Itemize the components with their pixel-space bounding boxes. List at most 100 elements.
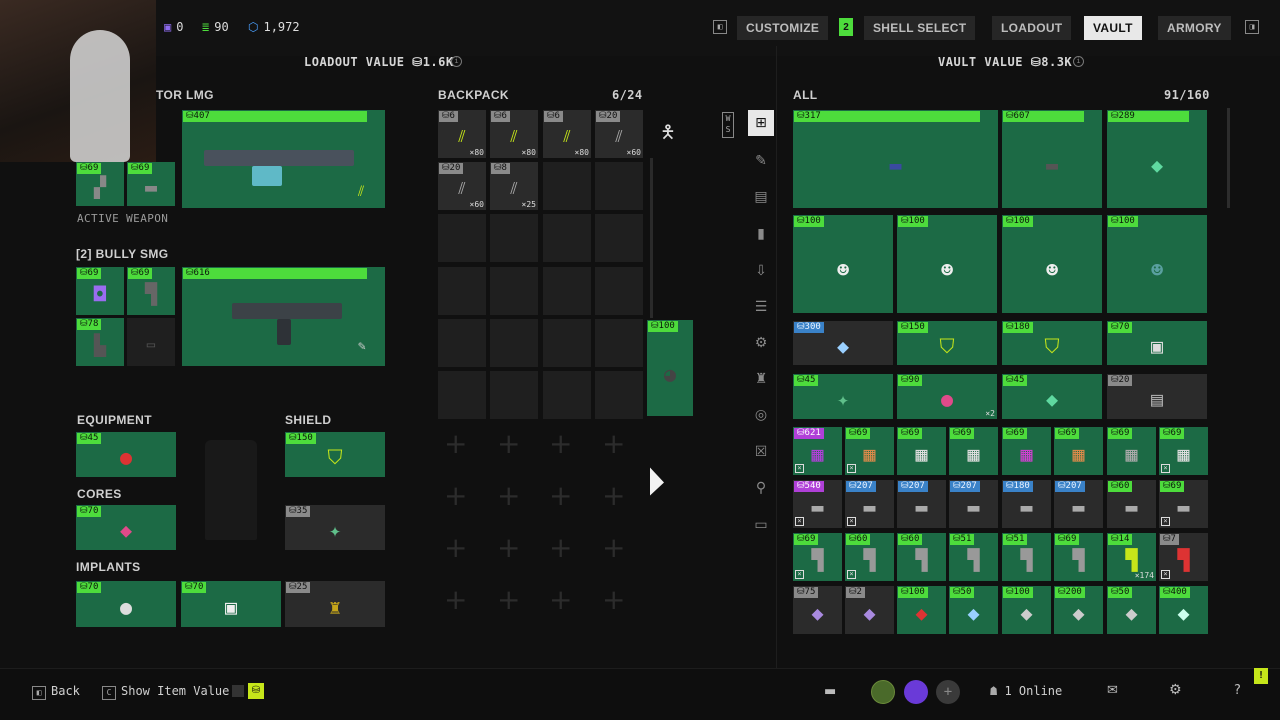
vault-item[interactable]: ⛁207 ▬	[1054, 480, 1103, 528]
vault-item[interactable]: ⛁289 ◆	[1107, 110, 1207, 208]
vault-scrollbar[interactable]	[1227, 108, 1230, 208]
vault-item[interactable]: ⛁51 ▜	[1002, 533, 1051, 581]
weapon2-mod-0[interactable]: ⛁69 ◘	[76, 267, 124, 315]
back-button[interactable]: ◧ Back	[32, 684, 80, 700]
vault-item[interactable]: ⛁69 ▦	[897, 427, 946, 475]
vault-item[interactable]: ⛁69 ▦ ×	[1159, 427, 1208, 475]
settings-icon[interactable]: ⚙	[1169, 682, 1182, 698]
vault-item[interactable]: ⛁100 ☻	[1107, 215, 1207, 313]
filter-mods-icon[interactable]: ☰	[752, 298, 770, 316]
filter-ammo-icon[interactable]: ▮	[752, 225, 770, 243]
filter-cores-icon[interactable]: ◎	[752, 406, 770, 424]
vault-item[interactable]: ⛁7 ▜ ×	[1159, 533, 1208, 581]
vault-item[interactable]: ⛁69 ▬ ×	[1159, 480, 1208, 528]
weapon1-tile[interactable]: ⛁407 ⫽	[182, 110, 385, 208]
backpack-empty-slot[interactable]	[438, 319, 486, 367]
filter-keys-icon[interactable]: ⚲	[752, 479, 770, 497]
vault-item[interactable]: ⛁60 ▜	[897, 533, 946, 581]
vault-item[interactable]: ⛁150 ⛉	[897, 321, 997, 365]
backpack-empty-slot[interactable]	[543, 267, 591, 315]
vault-item[interactable]: ⛁2 ◆	[845, 586, 894, 634]
vault-item[interactable]: ⛁100 ◆	[897, 586, 946, 634]
backpack-empty-slot[interactable]	[438, 371, 486, 419]
backpack-empty-slot[interactable]	[595, 162, 643, 210]
help-icon[interactable]: ?	[1234, 683, 1241, 698]
equipment-tile[interactable]: ⛁45 ●	[76, 432, 176, 477]
add-friend-button[interactable]: +	[936, 680, 960, 704]
implant-tile-0[interactable]: ⛁70 ●	[76, 581, 176, 627]
vault-item[interactable]: ⛁20 ▤	[1107, 374, 1207, 419]
filter-chip-icon[interactable]: ⚙	[752, 334, 770, 352]
backpack-empty-slot[interactable]	[490, 267, 538, 315]
backpack-empty-slot[interactable]	[595, 214, 643, 262]
backpack-empty-slot[interactable]	[595, 319, 643, 367]
filter-weapons-icon[interactable]: ✎	[752, 152, 770, 170]
backpack-item[interactable]: ⛁20 ⫽ ×60	[595, 110, 643, 158]
weapon2-tile[interactable]: ⛁616 ✎	[182, 267, 385, 366]
backpack-side-item[interactable]: ⛁100 ◕	[647, 320, 693, 416]
vault-item[interactable]: ⛁621 ▦ ×	[793, 427, 842, 475]
backpack-item[interactable]: ⛁20 ⫽ ×60	[438, 162, 486, 210]
vault-item[interactable]: ⛁540 ▬ ×	[793, 480, 842, 528]
backpack-item[interactable]: ⛁6 ⫽ ×80	[490, 110, 538, 158]
shield-tile[interactable]: ⛁150 ⛉	[285, 432, 385, 477]
q-key-icon[interactable]: ◧	[713, 20, 727, 34]
backpack-empty-slot[interactable]	[438, 214, 486, 262]
filter-misc-icon[interactable]: ▭	[752, 516, 770, 534]
empty-mod-slot[interactable]: ▭	[127, 318, 175, 366]
mail-icon[interactable]: ✉	[1107, 683, 1118, 698]
tab-loadout[interactable]: LOADOUT	[992, 16, 1072, 40]
vault-item[interactable]: ⛁69 ▦	[949, 427, 998, 475]
vault-item[interactable]: ⛁100 ☻	[897, 215, 997, 313]
backpack-empty-slot[interactable]	[543, 162, 591, 210]
implant-tile-2[interactable]: ⛁25 ♜	[285, 581, 385, 627]
backpack-empty-slot[interactable]	[490, 319, 538, 367]
chat-icon[interactable]: ▬	[824, 684, 836, 699]
filter-backpack-icon[interactable]: ⇩	[752, 262, 770, 280]
vault-item[interactable]: ⛁207 ▬	[949, 480, 998, 528]
filter-implants-icon[interactable]: ♜	[752, 370, 770, 388]
weapon2-mod-2[interactable]: ⛁78 ▙	[76, 318, 124, 366]
show-item-value-toggle[interactable]: C Show Item Value	[102, 684, 229, 700]
vault-item[interactable]: ⛁180 ▬	[1002, 480, 1051, 528]
tab-customize[interactable]: CUSTOMIZE	[737, 16, 829, 40]
backpack-empty-slot[interactable]	[543, 214, 591, 262]
online-status[interactable]: ☗ 1 Online	[990, 684, 1062, 698]
backpack-item[interactable]: ⛁8 ⫽ ×25	[490, 162, 538, 210]
backpack-empty-slot[interactable]	[543, 319, 591, 367]
vault-item[interactable]: ⛁75 ◆	[793, 586, 842, 634]
core-extra-tile[interactable]: ⛁35 ✦	[285, 505, 385, 550]
backpack-scrollbar[interactable]	[650, 158, 653, 318]
backpack-empty-slot[interactable]	[595, 371, 643, 419]
tab-vault[interactable]: VAULT	[1084, 16, 1142, 40]
ws-key-icon[interactable]: WS	[722, 112, 734, 138]
vault-item[interactable]: ⛁69 ▦	[1107, 427, 1156, 475]
vault-item[interactable]: ⛁400 ◆	[1159, 586, 1208, 634]
backpack-empty-slot[interactable]	[595, 267, 643, 315]
vault-item[interactable]: ⛁180 ⛉	[1002, 321, 1102, 365]
weapon2-mod-1[interactable]: ⛁69 ▜	[127, 267, 175, 315]
filter-all-button[interactable]: ⊞	[748, 110, 774, 136]
tab-shell-select[interactable]: SHELL SELECT	[864, 16, 976, 40]
vault-item[interactable]: ⛁60 ▬	[1107, 480, 1156, 528]
vault-item[interactable]: ⛁69 ▜	[1054, 533, 1103, 581]
filter-armor-icon[interactable]: ▤	[752, 188, 770, 206]
weapon1-mod-0[interactable]: ⛁69 ▞	[76, 162, 124, 206]
backpack-item[interactable]: ⛁6 ⫽ ×80	[543, 110, 591, 158]
vault-item[interactable]: ⛁100 ☻	[793, 215, 893, 313]
vault-item[interactable]: ⛁207 ▬ ×	[845, 480, 894, 528]
vault-item[interactable]: ⛁70 ▣	[1107, 321, 1207, 365]
vault-item[interactable]: ⛁100 ☻	[1002, 215, 1102, 313]
toggle-off-icon[interactable]	[232, 685, 244, 697]
vault-item[interactable]: ⛁45 ◆	[1002, 374, 1102, 419]
vault-item[interactable]: ⛁207 ▬	[897, 480, 946, 528]
vault-item[interactable]: ⛁90 ● ×2	[897, 374, 997, 419]
backpack-empty-slot[interactable]	[438, 267, 486, 315]
notification-icon[interactable]: !	[1254, 668, 1268, 684]
vault-item[interactable]: ⛁300 ◆	[793, 321, 893, 365]
vault-item[interactable]: ⛁317 ▬	[793, 110, 998, 208]
info-icon[interactable]: i	[451, 56, 462, 67]
vault-item[interactable]: ⛁200 ◆	[1054, 586, 1103, 634]
implant-tile-1[interactable]: ⛁70 ▣	[181, 581, 281, 627]
avatar[interactable]	[871, 680, 895, 704]
